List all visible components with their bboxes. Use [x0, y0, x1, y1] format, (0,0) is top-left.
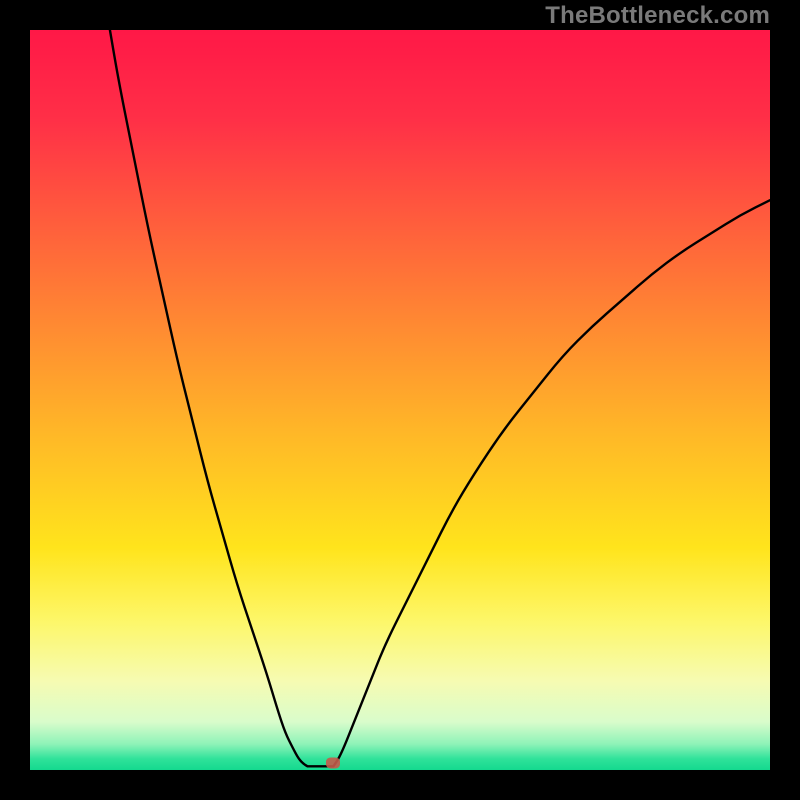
plot-area	[30, 30, 770, 770]
watermark-text: TheBottleneck.com	[545, 2, 770, 30]
chart-svg	[30, 30, 770, 770]
gradient-background	[30, 30, 770, 770]
marker-dot	[326, 758, 340, 769]
chart-frame: TheBottleneck.com	[0, 0, 800, 800]
